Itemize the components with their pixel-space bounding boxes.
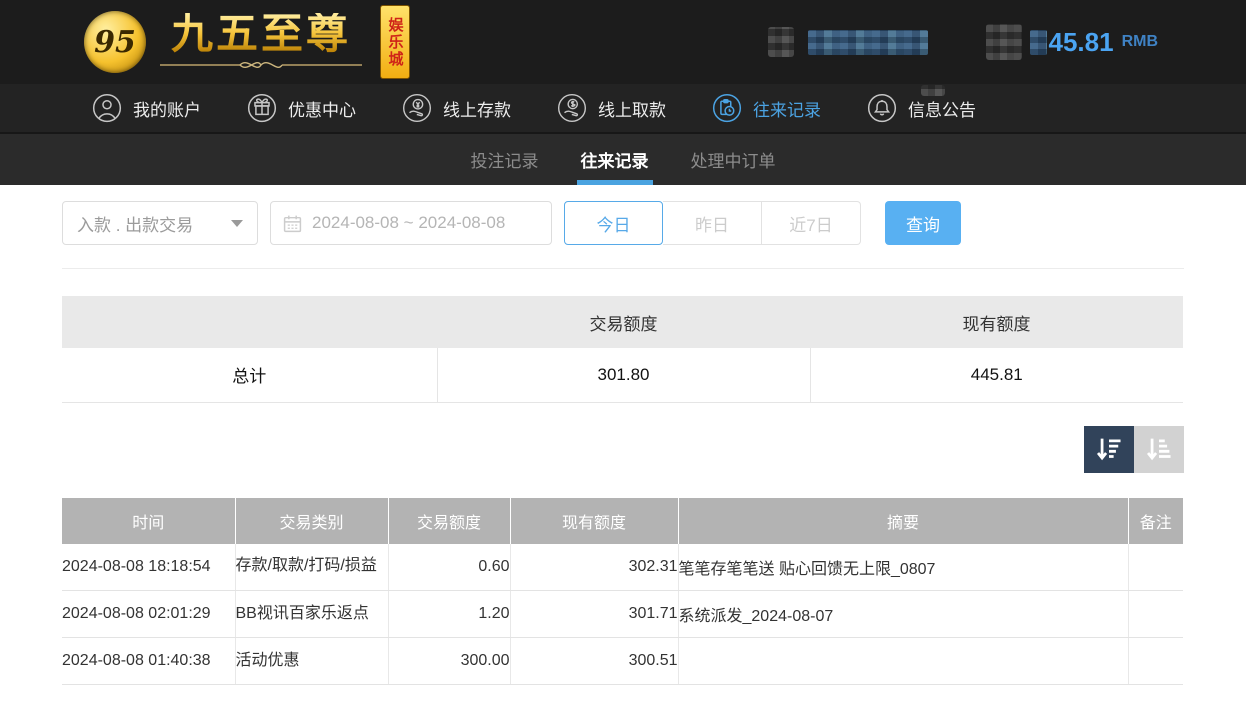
yesterday-button[interactable]: 昨日 <box>663 201 762 245</box>
col-header-type: 交易类别 <box>234 497 388 544</box>
nav-label: 往来记录 <box>753 100 821 120</box>
cell-balance: 301.71 <box>509 590 678 638</box>
nav-item-withdraw[interactable]: 线上取款 <box>557 93 666 123</box>
gift-icon <box>247 93 277 123</box>
balance-amount: 45.81 <box>1048 26 1114 57</box>
page: 95 九五至尊 娱乐城 45.81 RMB 我的账户 优惠中心 线上存款 线上取… <box>0 0 1246 710</box>
col-header-amount: 交易额度 <box>387 497 510 544</box>
cell-summary: 系统派发_2024-08-07 <box>677 590 1128 638</box>
bell-icon <box>867 93 897 123</box>
date-range-input[interactable]: 2024-08-08 ~ 2024-08-08 <box>270 201 552 245</box>
summary-table: 交易额度 现有额度 总计 301.80 445.81 <box>62 296 1183 403</box>
deposit-icon <box>402 93 432 123</box>
nav-item-promotions[interactable]: 优惠中心 <box>247 93 356 123</box>
summary-total-balance: 445.81 <box>809 348 1183 403</box>
col-header-time: 时间 <box>62 497 235 544</box>
summary-total-amount: 301.80 <box>436 348 810 403</box>
balance-prefix-blurred <box>1030 29 1048 55</box>
nav-item-deposit[interactable]: 线上存款 <box>402 93 511 123</box>
col-header-summary: 摘要 <box>677 497 1128 544</box>
logo-badge: 娱乐城 <box>380 5 410 79</box>
filter-bar: 入款 . 出款交易 2024-08-08 ~ 2024-08-08 今日 昨日 … <box>62 201 1184 245</box>
cell-note <box>1127 637 1183 685</box>
tab-processing-orders[interactable]: 处理中订单 <box>689 134 778 185</box>
sort-controls <box>62 425 1184 473</box>
today-button[interactable]: 今日 <box>564 201 663 245</box>
calendar-icon <box>283 215 302 232</box>
summary-header-row: 交易额度 现有额度 <box>62 296 1183 348</box>
nav-item-announcements[interactable]: 信息公告 <box>867 93 976 123</box>
quick-range-group: 今日 昨日 近7日 <box>564 201 861 245</box>
cell-time: 2024-08-08 18:18:54 <box>62 543 235 591</box>
table-header-row: 时间 交易类别 交易额度 现有额度 摘要 备注 <box>62 497 1183 544</box>
tab-bet-records[interactable]: 投注记录 <box>469 134 541 185</box>
main-nav: 我的账户 优惠中心 线上存款 线上取款 往来记录 信息公告 <box>0 84 1246 134</box>
cell-balance: 302.31 <box>509 543 678 591</box>
summary-header-empty <box>62 296 437 348</box>
nav-item-my-account[interactable]: 我的账户 <box>92 93 201 123</box>
nav-label: 线上取款 <box>598 100 666 120</box>
balance-currency: RMB <box>1121 33 1158 50</box>
nav-label: 线上存款 <box>443 100 511 120</box>
transaction-type-select[interactable]: 入款 . 出款交易 <box>62 201 258 245</box>
nav-label: 我的账户 <box>133 100 201 120</box>
nav-item-records[interactable]: 往来记录 <box>712 93 821 123</box>
logo-wordmark: 九五至尊 <box>170 10 351 57</box>
cell-amount: 0.60 <box>387 543 510 591</box>
summary-total-row: 总计 301.80 445.81 <box>62 348 1183 403</box>
transactions-table: 时间 交易类别 交易额度 现有额度 摘要 备注 2024-08-08 18:18… <box>62 497 1183 685</box>
summary-header-balance: 现有额度 <box>810 296 1183 348</box>
cell-amount: 1.20 <box>387 590 510 638</box>
chevron-down-icon <box>231 219 243 227</box>
topbar: 95 九五至尊 娱乐城 45.81 RMB <box>0 0 1246 84</box>
content: 入款 . 出款交易 2024-08-08 ~ 2024-08-08 今日 昨日 … <box>0 185 1246 685</box>
sub-nav: 投注记录 往来记录 处理中订单 <box>0 134 1246 185</box>
summary-total-label: 总计 <box>62 348 437 403</box>
summary-header-amount: 交易额度 <box>437 296 810 348</box>
cell-note <box>1127 543 1183 591</box>
divider <box>62 268 1184 269</box>
table-row: 2024-08-08 01:40:38 活动优惠 300.00 300.51 <box>62 637 1183 685</box>
sort-ascending-icon <box>1146 438 1171 461</box>
logo-95-icon: 95 <box>84 11 146 73</box>
col-header-balance: 现有额度 <box>509 497 678 544</box>
withdraw-icon <box>557 93 587 123</box>
cell-type: BB视讯百家乐返点 <box>234 590 388 638</box>
table-row: 2024-08-08 18:18:54 存款/取款/打码/损益 0.60 302… <box>62 543 1183 591</box>
table-row: 2024-08-08 02:01:29 BB视讯百家乐返点 1.20 301.7… <box>62 590 1183 638</box>
sort-descending-button[interactable] <box>1084 425 1134 473</box>
site-logo[interactable]: 95 九五至尊 娱乐城 <box>84 5 410 79</box>
last7days-button[interactable]: 近7日 <box>762 201 861 245</box>
wallet-icon-blurred <box>986 24 1023 60</box>
user-info[interactable] <box>768 27 929 57</box>
user-icon <box>92 93 122 123</box>
col-header-note: 备注 <box>1127 497 1183 544</box>
cell-note <box>1127 590 1183 638</box>
cell-time: 2024-08-08 02:01:29 <box>62 590 235 638</box>
cell-time: 2024-08-08 01:40:38 <box>62 637 235 685</box>
records-icon <box>712 93 742 123</box>
sort-ascending-button[interactable] <box>1134 425 1184 473</box>
cell-summary: 笔笔存笔笔送 贴心回馈无上限_0807 <box>677 543 1128 591</box>
query-button[interactable]: 查询 <box>885 201 961 245</box>
date-range-value: 2024-08-08 ~ 2024-08-08 <box>312 213 506 232</box>
user-avatar-blurred <box>768 27 795 57</box>
cell-type: 活动优惠 <box>234 637 388 685</box>
transaction-type-value: 入款 . 出款交易 <box>77 215 194 235</box>
nav-label: 优惠中心 <box>288 100 356 120</box>
notification-blur-patch <box>921 85 945 96</box>
cell-summary <box>677 637 1128 685</box>
balance[interactable]: 45.81 RMB <box>986 24 1158 60</box>
sort-descending-icon <box>1096 438 1121 461</box>
tab-transaction-records[interactable]: 往来记录 <box>576 134 653 185</box>
cell-amount: 300.00 <box>387 637 510 685</box>
username-blurred <box>808 29 929 55</box>
cell-type: 存款/取款/打码/损益 <box>234 543 388 591</box>
nav-label: 信息公告 <box>908 100 976 120</box>
logo-flourish-icon <box>160 62 362 68</box>
cell-balance: 300.51 <box>509 637 678 685</box>
